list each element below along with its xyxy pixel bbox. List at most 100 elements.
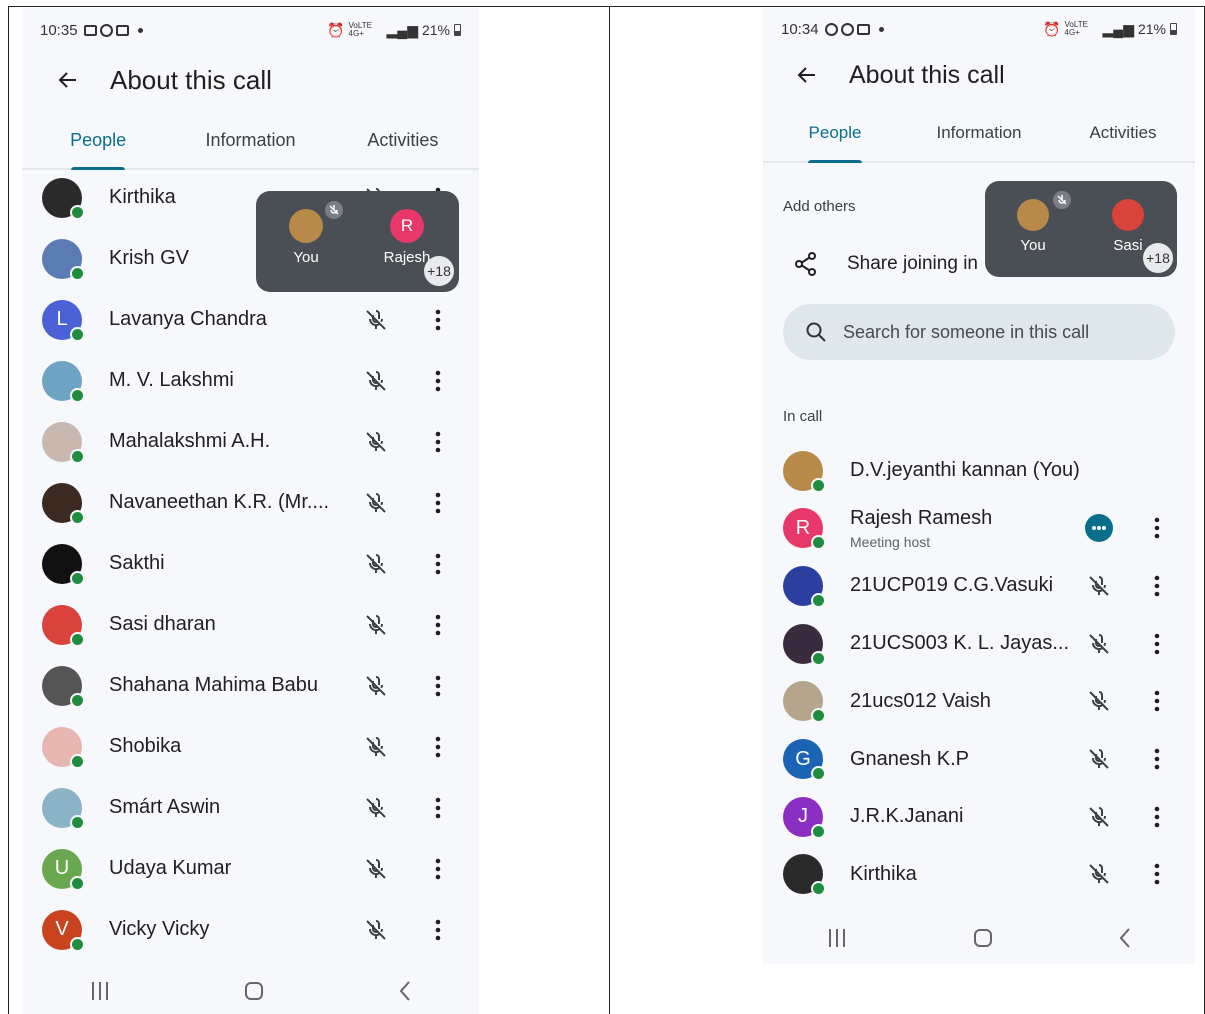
mic-off-icon[interactable] <box>363 490 389 516</box>
recents-button[interactable] <box>89 982 111 1000</box>
participant-name: Mahalakshmi A.H. <box>109 430 271 452</box>
home-button[interactable] <box>974 929 992 947</box>
tab-people[interactable]: People <box>763 111 907 161</box>
mic-off-icon[interactable] <box>363 917 389 943</box>
participant-name: Vicky Vicky <box>109 918 210 940</box>
participant-row[interactable]: L Lavanya Chandra <box>22 289 479 350</box>
avatar <box>42 482 85 525</box>
more-options-icon[interactable] <box>435 918 441 942</box>
avatar <box>783 450 826 493</box>
participant-row[interactable]: Sasi dharan <box>22 594 479 655</box>
more-options-icon[interactable] <box>435 613 441 637</box>
online-status-icon <box>70 570 85 586</box>
participant-name: Shahana Mahima Babu <box>109 674 319 696</box>
mic-off-icon[interactable] <box>363 856 389 882</box>
participant-row[interactable]: J J.R.K.Janani <box>763 786 1195 847</box>
phone-screen-right: 10:34 ⏰ VoLTE 4G+ ▂▄▆ 21% About this cal… <box>763 8 1195 964</box>
tab-information[interactable]: Information <box>174 118 326 168</box>
phone-screen-left: 10:35 ⏰ VoLTE 4G+ ▂▄▆ 21% About this cal… <box>22 8 479 1014</box>
search-participants-field[interactable]: Search for someone in this call <box>783 304 1175 360</box>
participant-row[interactable]: 21UCS003 K. L. Jayas... <box>763 613 1195 674</box>
avatar: R <box>783 508 826 551</box>
recents-button[interactable] <box>826 929 848 947</box>
participant-row[interactable]: Smárt Aswin <box>22 777 479 838</box>
participant-row[interactable]: Navaneethan K.R. (Mr.... <box>22 472 479 533</box>
more-options-icon[interactable] <box>1154 516 1160 540</box>
more-options-icon[interactable] <box>1154 632 1160 656</box>
share-icon <box>795 252 816 276</box>
more-options-icon[interactable] <box>1154 574 1160 598</box>
more-options-icon[interactable] <box>435 552 441 576</box>
mic-off-icon[interactable] <box>1086 746 1112 772</box>
mic-off-icon[interactable] <box>1086 804 1112 830</box>
mic-off-icon[interactable] <box>363 795 389 821</box>
picture-in-picture[interactable]: You Sasi +18 <box>985 181 1177 277</box>
participant-name: Sasi dharan <box>109 613 216 635</box>
back-nav-icon[interactable] <box>398 980 412 1002</box>
mic-off-icon[interactable] <box>1086 688 1112 714</box>
mic-off-icon[interactable] <box>363 429 389 455</box>
pip-avatar-other <box>1112 199 1144 231</box>
more-options-icon[interactable] <box>435 674 441 698</box>
participant-row[interactable]: 21ucs012 Vaish <box>763 671 1195 732</box>
more-options-icon[interactable] <box>435 796 441 820</box>
alarm-icon: ⏰ <box>1043 20 1061 37</box>
participant-name: Kirthika <box>109 186 176 208</box>
mic-off-icon[interactable] <box>1086 573 1112 599</box>
participant-row[interactable]: Mahalakshmi A.H. <box>22 411 479 472</box>
participant-row[interactable]: U Udaya Kumar <box>22 838 479 899</box>
mic-off-icon[interactable] <box>363 673 389 699</box>
participant-row[interactable]: M. V. Lakshmi <box>22 350 479 411</box>
tab-people[interactable]: People <box>22 118 174 168</box>
more-options-icon[interactable] <box>435 491 441 515</box>
more-options-icon[interactable] <box>435 735 441 759</box>
more-options-icon[interactable] <box>1154 689 1160 713</box>
more-options-icon[interactable] <box>435 369 441 393</box>
participant-row[interactable]: G Gnanesh K.P <box>763 729 1195 790</box>
participant-name-block: Navaneethan K.R. (Mr.... <box>109 491 329 514</box>
participant-row[interactable]: V Vicky Vicky <box>22 899 479 960</box>
online-status-icon <box>70 936 85 952</box>
back-arrow-icon[interactable] <box>795 63 819 87</box>
more-options-icon[interactable] <box>435 430 441 454</box>
tab-activities[interactable]: Activities <box>327 118 479 168</box>
participant-row[interactable]: R Rajesh Ramesh Meeting host <box>763 498 1195 559</box>
tab-information[interactable]: Information <box>907 111 1051 161</box>
participant-row[interactable]: Shahana Mahima Babu <box>22 655 479 716</box>
avatar <box>42 177 85 220</box>
pip-avatar-you <box>1017 191 1071 231</box>
mic-off-icon[interactable] <box>1086 861 1112 887</box>
mic-off-icon[interactable] <box>363 612 389 638</box>
more-options-icon[interactable] <box>1154 805 1160 829</box>
tab-bar: People Information Activities <box>22 118 479 170</box>
mic-off-icon[interactable] <box>1086 631 1112 657</box>
back-arrow-icon[interactable] <box>56 68 80 92</box>
online-status-icon <box>70 692 85 708</box>
avatar <box>42 238 85 281</box>
participant-row[interactable]: 21UCP019 C.G.Vasuki <box>763 555 1195 616</box>
mic-off-icon[interactable] <box>363 551 389 577</box>
app-header: About this call <box>763 55 1195 95</box>
more-options-icon[interactable] <box>435 857 441 881</box>
mic-off-icon[interactable] <box>363 368 389 394</box>
picture-in-picture[interactable]: You R Rajesh +18 <box>256 191 459 292</box>
search-placeholder: Search for someone in this call <box>843 321 1090 342</box>
whatsapp-icon <box>824 22 838 36</box>
more-options-icon[interactable] <box>1154 747 1160 771</box>
status-time: 10:34 <box>781 20 819 38</box>
more-options-icon[interactable] <box>435 308 441 332</box>
participant-name: Navaneethan K.R. (Mr.... <box>109 491 330 513</box>
participant-row[interactable]: Shobika <box>22 716 479 777</box>
mic-off-icon[interactable] <box>363 307 389 333</box>
back-nav-icon[interactable] <box>1118 927 1132 949</box>
host-activity-icon[interactable] <box>1085 514 1113 543</box>
more-options-icon[interactable] <box>1154 862 1160 886</box>
participant-row[interactable]: Sakthi <box>22 533 479 594</box>
participant-row[interactable]: D.V.jeyanthi kannan (You) <box>763 440 1195 501</box>
home-button[interactable] <box>245 982 264 1000</box>
status-bar: 10:34 ⏰ VoLTE 4G+ ▂▄▆ 21% <box>781 17 1177 41</box>
mic-off-icon[interactable] <box>363 734 389 760</box>
tab-activities[interactable]: Activities <box>1051 111 1195 161</box>
avatar-initial: R <box>795 516 811 539</box>
participant-row[interactable]: Kirthika <box>763 844 1195 905</box>
